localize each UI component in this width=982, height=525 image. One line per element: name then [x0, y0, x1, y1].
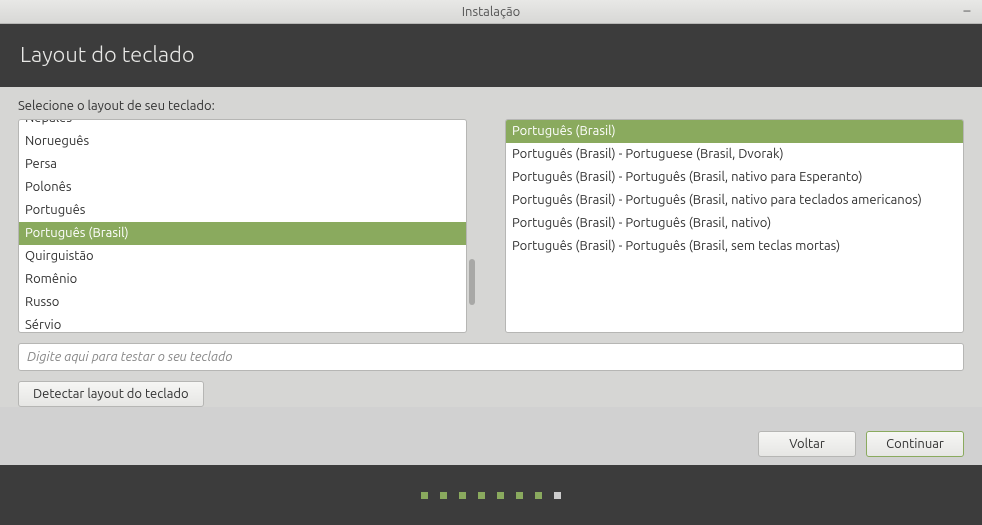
variant-item[interactable]: Português (Brasil) - Português (Brasil, …	[506, 166, 963, 189]
progress-dot	[497, 492, 504, 499]
keyboard-test-input[interactable]	[18, 343, 964, 371]
instruction-label: Selecione o layout de seu teclado:	[18, 99, 964, 113]
progress-dot	[554, 492, 561, 499]
layout-item[interactable]: Português (Brasil)	[19, 222, 466, 245]
layout-scrollbar[interactable]	[467, 119, 477, 333]
back-button[interactable]: Voltar	[758, 431, 856, 457]
layout-item[interactable]: Português	[19, 199, 466, 222]
layout-lists-row: NepalêsNorueguêsPersaPolonêsPortuguêsPor…	[18, 119, 964, 333]
continue-button[interactable]: Continuar	[866, 431, 964, 457]
variant-item[interactable]: Português (Brasil) - Português (Brasil, …	[506, 235, 963, 258]
page-header: Layout do teclado	[0, 24, 982, 87]
layout-item[interactable]: Quirguistão	[19, 245, 466, 268]
layout-list-wrapper: NepalêsNorueguêsPersaPolonêsPortuguêsPor…	[18, 119, 477, 333]
progress-dot	[535, 492, 542, 499]
layout-item[interactable]: Romênio	[19, 268, 466, 291]
progress-dot	[459, 492, 466, 499]
layout-item[interactable]: Polonês	[19, 176, 466, 199]
layout-item[interactable]: Persa	[19, 153, 466, 176]
layout-item[interactable]: Russo	[19, 291, 466, 314]
detect-layout-button[interactable]: Detectar layout do teclado	[18, 381, 204, 407]
variant-item[interactable]: Português (Brasil) - Português (Brasil, …	[506, 212, 963, 235]
window-title: Instalação	[462, 5, 521, 19]
progress-dot	[516, 492, 523, 499]
nav-row: Voltar Continuar	[0, 407, 982, 471]
detect-row: Detectar layout do teclado	[18, 381, 964, 407]
window-titlebar: Instalação –	[0, 0, 982, 24]
progress-dot	[478, 492, 485, 499]
progress-dot	[421, 492, 428, 499]
variant-item[interactable]: Português (Brasil) - Portuguese (Brasil,…	[506, 143, 963, 166]
minimize-icon[interactable]: –	[960, 4, 974, 18]
layout-item[interactable]: Sérvio	[19, 314, 466, 333]
layout-item[interactable]: Norueguês	[19, 130, 466, 153]
variant-item[interactable]: Português (Brasil) - Português (Brasil, …	[506, 189, 963, 212]
variant-item[interactable]: Português (Brasil)	[506, 120, 963, 143]
content-area: Selecione o layout de seu teclado: Nepal…	[0, 87, 982, 407]
layout-listbox[interactable]: NepalêsNorueguêsPersaPolonêsPortuguêsPor…	[18, 119, 467, 333]
progress-dot	[440, 492, 447, 499]
page-title: Layout do teclado	[20, 42, 195, 67]
variant-listbox[interactable]: Português (Brasil)Português (Brasil) - P…	[505, 119, 964, 333]
variant-list-wrapper: Português (Brasil)Português (Brasil) - P…	[505, 119, 964, 333]
layout-item[interactable]: Nepalês	[19, 119, 466, 130]
layout-scrollbar-thumb[interactable]	[469, 259, 475, 305]
progress-footer	[0, 465, 982, 525]
